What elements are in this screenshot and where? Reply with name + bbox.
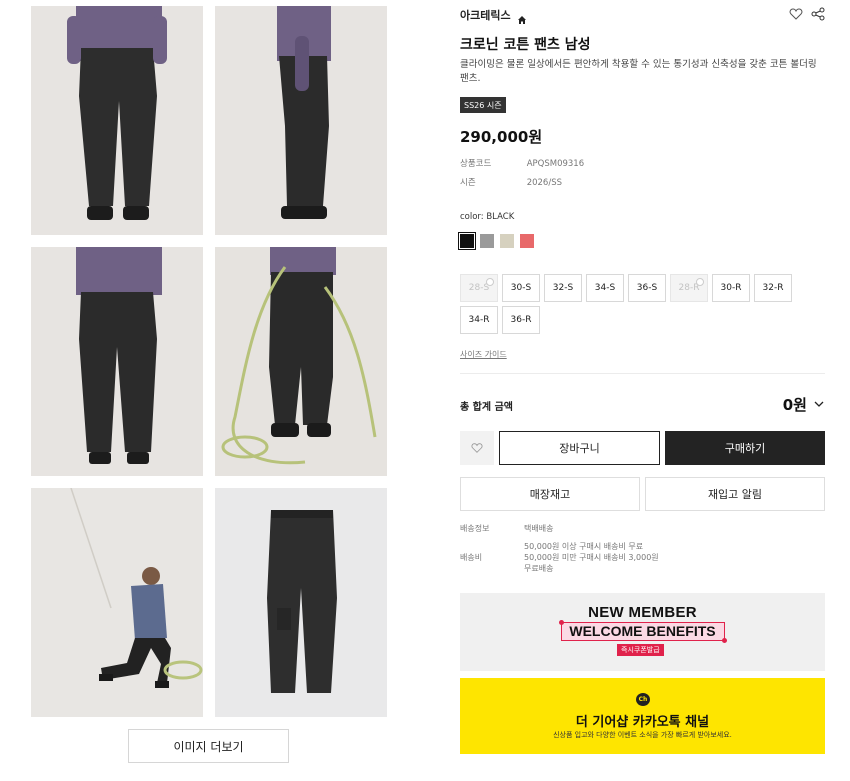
shipping-fee-line: 무료배송 <box>524 564 554 573</box>
member-banner-subtitle: WELCOME BENEFITS <box>569 623 716 639</box>
shipping-fee-line: 50,000원 이상 구매시 배송비 무료 <box>524 542 644 551</box>
add-to-cart-button[interactable]: 장바구니 <box>499 431 660 465</box>
total-toggle[interactable]: 0원 <box>783 394 825 415</box>
shipping-fee-row: 배송비 50,000원 이상 구매시 배송비 무료 50,000원 미만 구매시… <box>460 541 790 575</box>
color-swatches <box>458 232 534 250</box>
product-title: 크로닌 코튼 팬츠 남성 <box>460 37 591 53</box>
spec-label: 시즌 <box>460 178 476 188</box>
color-swatch-black[interactable] <box>458 232 476 250</box>
product-photo-flat[interactable] <box>215 488 387 717</box>
size-option[interactable]: 30-R <box>712 274 750 302</box>
size-option[interactable]: 36-S <box>628 274 666 302</box>
kakao-banner-title: 더 기어샵 카카오톡 채널 <box>575 715 710 730</box>
size-option[interactable]: 36-R <box>502 306 540 334</box>
size-option[interactable]: 30-S <box>502 274 540 302</box>
size-option[interactable]: 34-S <box>586 274 624 302</box>
total-label: 총 합계 금액 <box>460 402 513 413</box>
color-swatch-grey[interactable] <box>480 234 494 248</box>
shipping-fee-label: 배송비 <box>460 553 483 562</box>
member-banner-coupon-badge: 즉시쿠폰발급 <box>617 644 664 656</box>
wishlist-button[interactable] <box>460 431 494 465</box>
member-banner-title: NEW MEMBER <box>588 604 697 621</box>
kakao-channel-icon: Ch <box>636 693 650 706</box>
shipping-fee-line: 50,000원 미만 구매시 배송비 3,000원 <box>524 553 659 562</box>
share-icon[interactable] <box>811 6 825 21</box>
color-swatch-coral[interactable] <box>520 234 534 248</box>
size-options: 28-S 30-S 32-S 34-S 36-S 28-R 30-R 32-R … <box>460 274 830 334</box>
product-photo-front[interactable] <box>31 6 203 235</box>
size-option[interactable]: 32-R <box>754 274 792 302</box>
size-option[interactable]: 28-R <box>670 274 708 302</box>
shipping-info-label: 배송정보 <box>460 524 490 533</box>
buy-now-button[interactable]: 구매하기 <box>665 431 825 465</box>
product-description: 클라이밍은 물론 일상에서든 편안하게 착용할 수 있는 통기성과 신축성을 갖… <box>460 59 817 84</box>
brand-row: 아크테릭스 <box>460 6 825 24</box>
product-photo-back[interactable] <box>31 247 203 476</box>
shipping-info-value: 택배배송 <box>524 524 554 533</box>
product-photo-rope[interactable] <box>215 247 387 476</box>
member-benefit-banner[interactable]: NEW MEMBER WELCOME BENEFITS 즉시쿠폰발급 <box>460 593 825 671</box>
more-images-button[interactable]: 이미지 더보기 <box>128 729 289 763</box>
heart-icon <box>471 439 483 458</box>
spec-season: 시즌 2026/SS <box>460 176 660 188</box>
season-badge: SS26 시즌 <box>460 97 506 113</box>
top-actions <box>789 6 825 21</box>
size-guide-link[interactable]: 사이즈 가이드 <box>460 349 507 360</box>
store-stock-button[interactable]: 매장재고 <box>460 477 640 511</box>
restock-alert-button[interactable]: 재입고 알림 <box>645 477 825 511</box>
spec-label: 상품코드 <box>460 159 492 169</box>
home-icon[interactable] <box>517 10 527 24</box>
chevron-down-icon <box>813 395 825 414</box>
kakao-banner-subtitle: 신상품 입고와 다양한 이벤트 소식을 가장 빠르게 받아보세요. <box>553 731 732 739</box>
total-value: 0원 <box>782 396 807 414</box>
product-photo-side[interactable] <box>215 6 387 235</box>
color-label: color: BLACK <box>460 212 515 222</box>
brand-name[interactable]: 아크테릭스 <box>460 7 511 23</box>
kakao-channel-banner[interactable]: Ch 더 기어샵 카카오톡 채널 신상품 입고와 다양한 이벤트 소식을 가장 … <box>460 678 825 754</box>
color-swatch-beige[interactable] <box>500 234 514 248</box>
shipping-info-row: 배송정보 택배배송 <box>460 523 790 535</box>
spec-value: APQSM09316 <box>526 159 585 169</box>
size-option[interactable]: 34-R <box>460 306 498 334</box>
divider <box>460 373 825 374</box>
product-photo-pulling[interactable] <box>31 488 203 717</box>
spec-product-code: 상품코드 APQSM09316 <box>460 157 660 169</box>
product-price: 290,000원 <box>460 128 543 146</box>
size-option[interactable]: 32-S <box>544 274 582 302</box>
heart-icon[interactable] <box>789 6 803 20</box>
size-option[interactable]: 28-S <box>460 274 498 302</box>
spec-value: 2026/SS <box>526 178 562 188</box>
